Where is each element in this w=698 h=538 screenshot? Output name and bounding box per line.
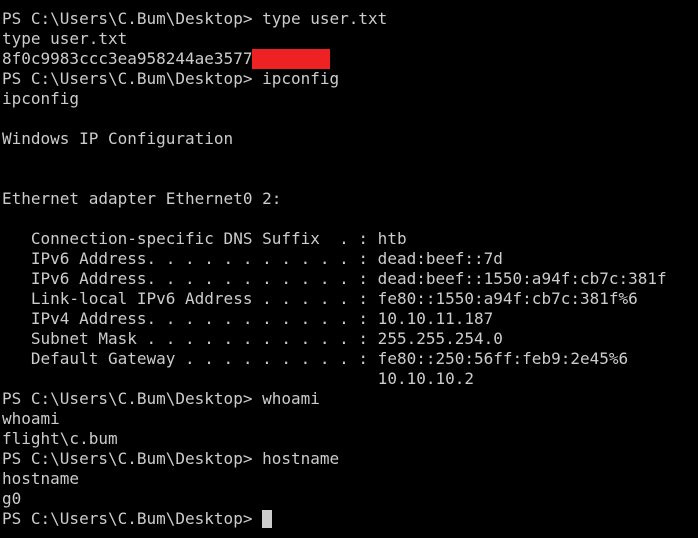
echo-type-user: type user.txt: [2, 29, 128, 48]
whoami-output: flight\c.bum: [2, 429, 118, 448]
prompt-line-ipconfig: PS C:\Users\C.Bum\Desktop> ipconfig: [2, 69, 340, 88]
echo-whoami: whoami: [2, 409, 60, 428]
echo-ipconfig: ipconfig: [2, 89, 80, 108]
text-cursor: [262, 510, 273, 528]
default-gateway-line: Default Gateway . . . . . . . . . : fe80…: [2, 349, 629, 368]
flag-visible-part: 8f0c9983ccc3ea958244ae3577: [2, 49, 253, 68]
subnet-mask-line: Subnet Mask . . . . . . . . . . . : 255.…: [2, 329, 503, 348]
active-prompt-line[interactable]: PS C:\Users\C.Bum\Desktop>: [2, 509, 698, 529]
terminal-window[interactable]: PS C:\Users\C.Bum\Desktop> type user.txt…: [0, 9, 698, 538]
echo-hostname: hostname: [2, 469, 80, 488]
active-prompt: PS C:\Users\C.Bum\Desktop>: [2, 509, 263, 528]
prompt-line-hostname: PS C:\Users\C.Bum\Desktop> hostname: [2, 449, 340, 468]
hostname-output: g0: [2, 489, 22, 508]
dns-suffix-line: Connection-specific DNS Suffix . : htb: [2, 229, 407, 248]
flag-line: 8f0c9983ccc3ea958244ae3577: [2, 49, 698, 69]
ipv6-address-line: IPv6 Address. . . . . . . . . . . : dead…: [2, 249, 503, 268]
ipconfig-heading: Windows IP Configuration: [2, 129, 234, 148]
ipv4-address-line: IPv4 Address. . . . . . . . . . . : 10.1…: [2, 309, 494, 328]
redaction-box: [252, 49, 331, 69]
prompt-line-type-user: PS C:\Users\C.Bum\Desktop> type user.txt: [2, 9, 388, 28]
adapter-heading: Ethernet adapter Ethernet0 2:: [2, 189, 282, 208]
link-local-ipv6-line: Link-local IPv6 Address . . . . . : fe80…: [2, 289, 638, 308]
ipv6-address-line: IPv6 Address. . . . . . . . . . . : dead…: [2, 269, 667, 288]
default-gateway-line-2: 10.10.10.2: [2, 369, 475, 388]
prompt-line-whoami: PS C:\Users\C.Bum\Desktop> whoami: [2, 389, 320, 408]
